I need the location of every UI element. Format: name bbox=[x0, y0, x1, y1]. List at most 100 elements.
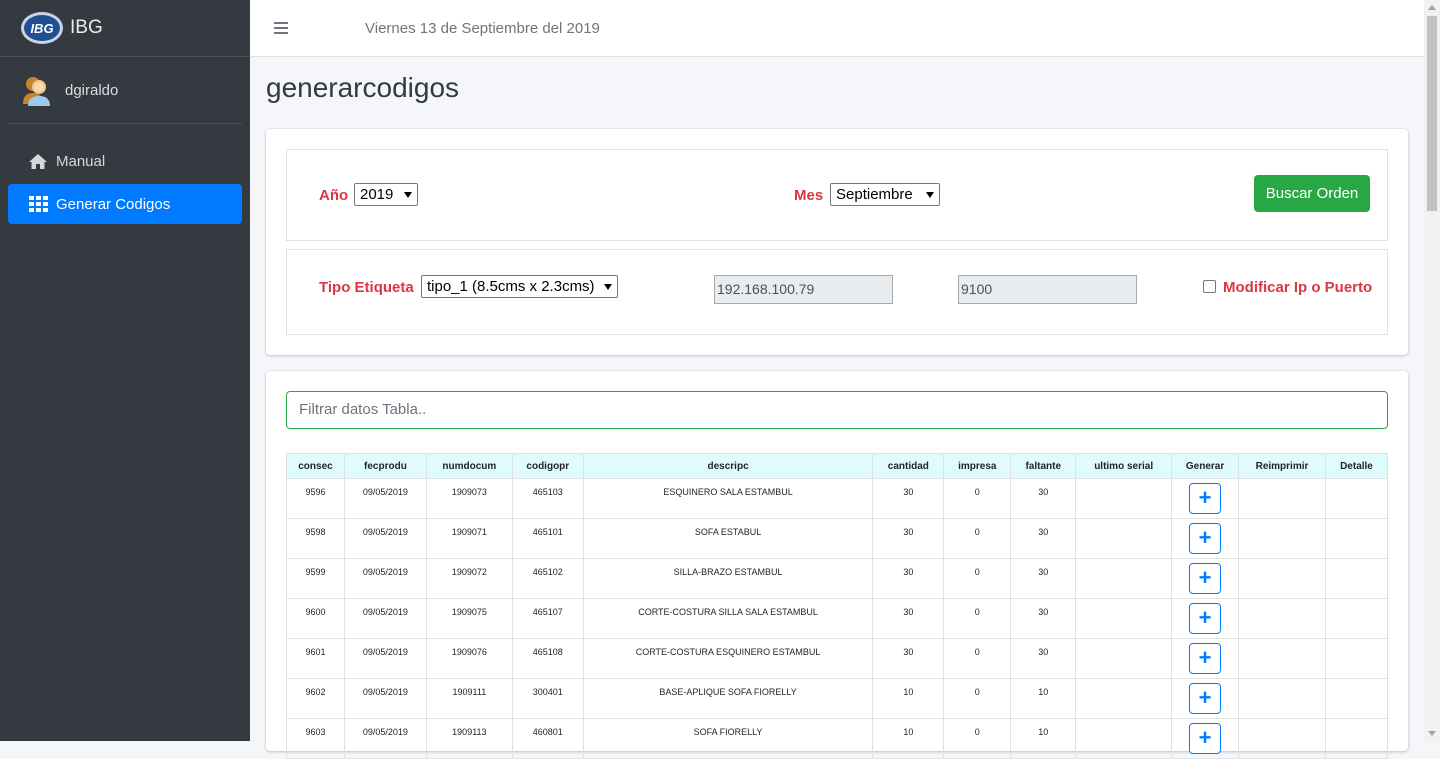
table-cell: ESQUINERO SALA ESTAMBUL bbox=[582, 478, 874, 519]
table-cell: 465108 bbox=[511, 638, 584, 679]
table-cell: 9601 bbox=[286, 638, 345, 679]
table-cell: 465102 bbox=[511, 558, 584, 599]
table-cell: 09/05/2019 bbox=[343, 718, 427, 759]
generate-plus-button[interactable]: + bbox=[1189, 563, 1222, 594]
table-cell: CORTE-COSTURA SILLA SALA ESTAMBUL bbox=[582, 598, 874, 639]
column-header[interactable]: faltante bbox=[1010, 453, 1077, 479]
year-select-value: 2019 bbox=[360, 186, 394, 203]
table-cell bbox=[1075, 638, 1173, 679]
tipo-etiqueta-value: tipo_1 (8.5cms x 2.3cms) bbox=[427, 278, 595, 295]
table-cell: 0 bbox=[943, 598, 1012, 639]
table-header-row: consec fecprodu numdocum codigopr descri… bbox=[286, 453, 1389, 479]
home-icon bbox=[27, 152, 49, 170]
table-row: 9598 09/05/2019 1909071 465101 SOFA ESTABUL 3… bbox=[286, 518, 1389, 559]
table-cell: 1909113 bbox=[425, 718, 513, 759]
table-filter-input[interactable]: Filtrar datos Tabla.. bbox=[286, 391, 1388, 429]
table-cell: CORTE-COSTURA ESQUINERO ESTAMBUL bbox=[582, 638, 874, 679]
hamburger-menu-icon[interactable] bbox=[274, 19, 288, 37]
scrollbar-thumb[interactable] bbox=[1427, 16, 1437, 211]
generate-plus-button[interactable]: + bbox=[1189, 523, 1222, 554]
table-cell: 09/05/2019 bbox=[343, 598, 427, 639]
table-cell: SOFA ESTABUL bbox=[582, 518, 874, 559]
brand-logo: IBG bbox=[21, 12, 63, 44]
table-cell: 10 bbox=[872, 678, 945, 719]
scroll-down-arrow-icon[interactable] bbox=[1428, 731, 1436, 736]
chevron-down-icon bbox=[926, 192, 934, 198]
year-label: Año bbox=[319, 187, 349, 204]
table-cell: + bbox=[1171, 678, 1240, 719]
sidebar-item-generar-codigos[interactable]: Generar Codigos bbox=[8, 184, 242, 224]
ip-address-field[interactable]: 192.168.100.79 bbox=[714, 275, 893, 304]
sidebar-item-label: Generar Codigos bbox=[56, 195, 171, 213]
table-cell: 30 bbox=[872, 598, 945, 639]
table-cell: + bbox=[1171, 718, 1240, 759]
column-header[interactable]: impresa bbox=[943, 453, 1012, 479]
column-header[interactable]: ultimo serial bbox=[1075, 453, 1173, 479]
table-cell bbox=[1238, 638, 1326, 679]
table-cell: 30 bbox=[1010, 638, 1077, 679]
scroll-up-arrow-icon[interactable] bbox=[1428, 5, 1436, 10]
table-cell: + bbox=[1171, 518, 1240, 559]
table-cell: 465107 bbox=[511, 598, 584, 639]
column-header[interactable]: Generar bbox=[1171, 453, 1240, 479]
year-select[interactable]: 2019 bbox=[354, 183, 418, 206]
table-cell bbox=[1324, 678, 1389, 719]
table-cell: 1909072 bbox=[425, 558, 513, 599]
sidebar-item-manual[interactable]: Manual bbox=[8, 141, 242, 181]
month-select[interactable]: Septiembre bbox=[830, 183, 940, 206]
generate-plus-button[interactable]: + bbox=[1189, 643, 1222, 674]
table-cell: 0 bbox=[943, 718, 1012, 759]
table-cell bbox=[1238, 678, 1326, 719]
user-panel[interactable]: dgiraldo bbox=[8, 57, 242, 124]
column-header[interactable]: numdocum bbox=[425, 453, 513, 479]
table-cell bbox=[1324, 598, 1389, 639]
table-cell bbox=[1075, 478, 1173, 519]
chevron-down-icon bbox=[404, 192, 412, 198]
generate-plus-button[interactable]: + bbox=[1189, 723, 1222, 754]
column-header[interactable]: fecprodu bbox=[343, 453, 427, 479]
modify-ip-checkbox[interactable] bbox=[1203, 280, 1216, 293]
generate-plus-button[interactable]: + bbox=[1189, 603, 1222, 634]
table-cell bbox=[1324, 718, 1389, 759]
generate-plus-button[interactable]: + bbox=[1189, 483, 1222, 514]
column-header[interactable]: codigopr bbox=[511, 453, 584, 479]
table-cell: 30 bbox=[872, 558, 945, 599]
table-cell: + bbox=[1171, 478, 1240, 519]
table-row: 9602 09/05/2019 1909111 300401 BASE-APLIQUE … bbox=[286, 678, 1389, 719]
grid-icon bbox=[27, 195, 49, 213]
tipo-etiqueta-select[interactable]: tipo_1 (8.5cms x 2.3cms) bbox=[421, 275, 618, 298]
table-cell: 0 bbox=[943, 638, 1012, 679]
table-cell bbox=[1324, 478, 1389, 519]
column-header[interactable]: consec bbox=[286, 453, 345, 479]
table-cell: + bbox=[1171, 638, 1240, 679]
buscar-orden-button[interactable]: Buscar Orden bbox=[1254, 175, 1370, 212]
port-field[interactable]: 9100 bbox=[958, 275, 1137, 304]
table-cell: 30 bbox=[1010, 598, 1077, 639]
user-name[interactable]: dgiraldo bbox=[65, 82, 118, 99]
table-cell bbox=[1075, 518, 1173, 559]
sidebar-item-label: Manual bbox=[56, 152, 106, 170]
modify-ip-label[interactable]: Modificar Ip o Puerto bbox=[1223, 279, 1372, 296]
table-cell: 9599 bbox=[286, 558, 345, 599]
table-cell bbox=[1324, 518, 1389, 559]
column-header[interactable]: cantidad bbox=[872, 453, 945, 479]
brand[interactable]: IBG IBG bbox=[0, 0, 250, 57]
generate-plus-button[interactable]: + bbox=[1189, 683, 1222, 714]
table-cell: SOFA FIORELLY bbox=[582, 718, 874, 759]
table-row: 9600 09/05/2019 1909075 465107 CORTE-COSTURA… bbox=[286, 598, 1389, 639]
table-cell: 1909111 bbox=[425, 678, 513, 719]
table-cell: 9600 bbox=[286, 598, 345, 639]
table-cell bbox=[1238, 718, 1326, 759]
table-cell: 30 bbox=[872, 518, 945, 559]
column-header[interactable]: descripc bbox=[582, 453, 874, 479]
month-label: Mes bbox=[794, 187, 824, 204]
table-cell: 300401 bbox=[511, 678, 584, 719]
page-title: generarcodigos bbox=[266, 72, 460, 103]
table-cell: 465101 bbox=[511, 518, 584, 559]
column-header[interactable]: Detalle bbox=[1324, 453, 1389, 479]
table-cell: 9603 bbox=[286, 718, 345, 759]
vertical-scrollbar[interactable] bbox=[1424, 0, 1440, 741]
table-cell bbox=[1238, 598, 1326, 639]
column-header[interactable]: Reimprimir bbox=[1238, 453, 1326, 479]
table-cell: 30 bbox=[1010, 558, 1077, 599]
